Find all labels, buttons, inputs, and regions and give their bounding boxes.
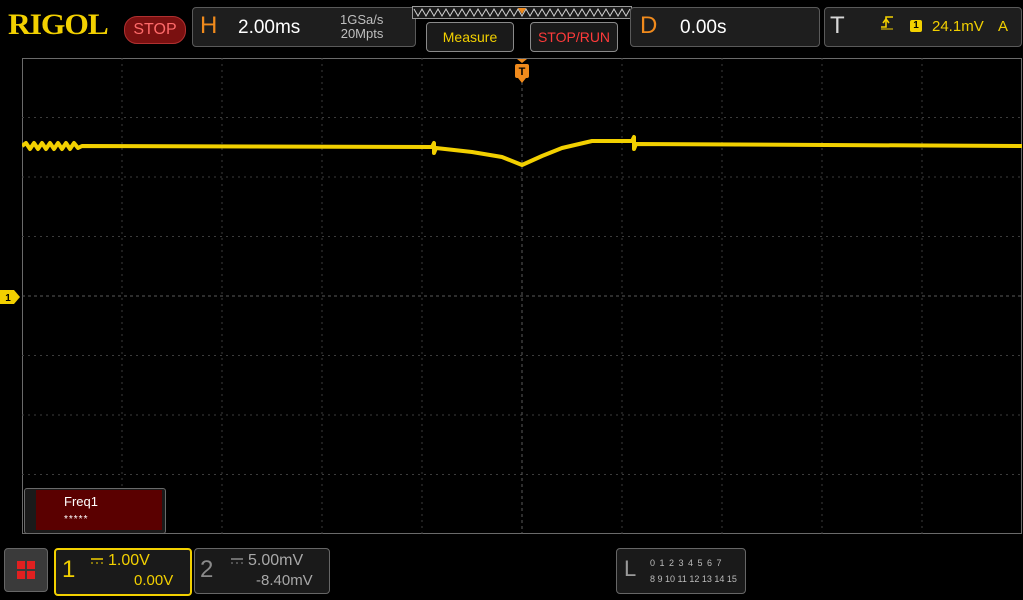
channel1-ground-marker[interactable]: 1 (0, 290, 20, 304)
channel2-offset: -8.40mV (256, 572, 313, 589)
channel1-offset: 0.00V (134, 572, 174, 589)
delay-label: D (640, 12, 658, 39)
timebase-value: 2.00ms (238, 17, 301, 38)
measurement-value: ***** (64, 514, 89, 525)
trigger-source-badge: 1 (910, 20, 922, 32)
logic-bits-row1: 0 1 2 3 4 5 6 7 (650, 558, 723, 568)
trigger-panel[interactable] (824, 7, 1022, 47)
measurement-panel-fill (36, 490, 162, 530)
memory-depth-value: 20Mpts (340, 26, 384, 41)
channel2-number: 2 (200, 556, 214, 583)
menu-grid-icon (17, 561, 35, 579)
dc-coupling-icon (230, 556, 244, 569)
channel2-scale: 5.00mV (248, 552, 304, 569)
memory-position-indicator (412, 6, 632, 19)
logic-bits-row2: 8 9 10 11 12 13 14 15 (650, 574, 737, 584)
trigger-position-label: T (519, 66, 526, 78)
rising-edge-icon (880, 14, 894, 35)
waveform-display[interactable]: T (22, 58, 1022, 534)
dc-coupling-icon (90, 556, 104, 569)
trigger-label: T (830, 12, 845, 39)
horizontal-label: H (200, 12, 218, 39)
sample-rate-value: 1GSa/s (340, 12, 384, 27)
sample-rate-info: 1GSa/s 20Mpts (340, 13, 383, 41)
main-menu-button[interactable] (4, 548, 48, 592)
measure-button[interactable]: Measure (426, 22, 514, 52)
measurement-label: Freq1 (64, 494, 98, 509)
brand-logo: RIGOL (8, 8, 109, 41)
logic-analyzer-label: L (624, 556, 637, 581)
channel1-marker-label: 1 (5, 293, 11, 304)
channel1-scale: 1.00V (108, 552, 150, 569)
trigger-level-value: 24.1mV (932, 18, 984, 35)
stop-run-button[interactable]: STOP/RUN (530, 22, 618, 52)
trigger-mode-value: A (998, 18, 1009, 35)
run-status-badge[interactable]: STOP (124, 16, 186, 44)
channel1-number: 1 (62, 556, 76, 583)
delay-value: 0.00s (680, 17, 727, 38)
